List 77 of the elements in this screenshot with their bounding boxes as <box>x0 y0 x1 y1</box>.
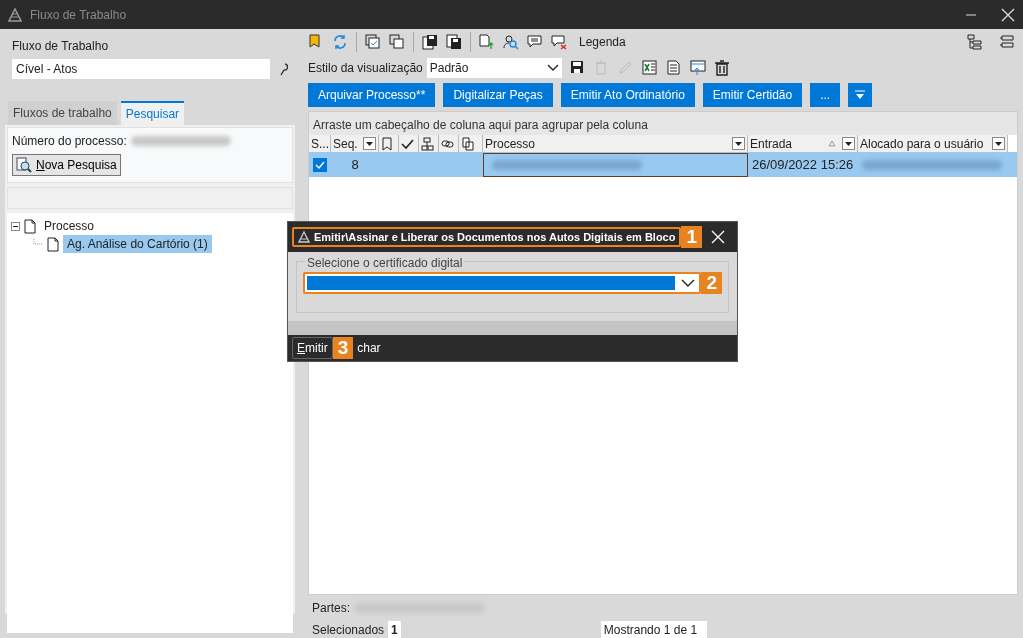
tree-item[interactable]: Ag. Análise do Cartório (1) <box>63 235 212 253</box>
table-cell-text: 26/09/2022 15:26 <box>751 155 855 174</box>
filter-button[interactable] <box>992 137 1005 150</box>
field-label: Selecionados <box>312 622 385 638</box>
document-icon <box>24 218 36 234</box>
dropdown-icon <box>735 141 742 146</box>
tab[interactable]: Fluxos de trabalho <box>8 101 117 125</box>
export-icon[interactable] <box>689 60 706 76</box>
column-header[interactable]: Seq. <box>331 135 379 152</box>
refresh-icon[interactable] <box>332 34 348 50</box>
column-header[interactable]: Alocado para o usuário <box>858 135 1008 152</box>
tree-item[interactable]: Processo <box>40 217 99 235</box>
tab[interactable]: Pesquisar <box>120 101 185 125</box>
hierarchy-icon[interactable] <box>421 136 435 151</box>
document-icon <box>47 236 59 252</box>
chevron-icon <box>546 64 559 72</box>
button-label[interactable]: char <box>357 339 381 357</box>
checklist-icon[interactable] <box>365 34 381 50</box>
dropdown-icon <box>366 141 373 146</box>
comment-icon[interactable] <box>527 34 543 50</box>
checkmark-icon <box>315 160 325 169</box>
action-button[interactable]: Digitalizar Peças <box>443 83 553 107</box>
dropdown-icon <box>995 141 1002 146</box>
checkbox[interactable] <box>313 157 327 172</box>
table-cell-text: 8 <box>350 155 360 174</box>
comment-delete-icon[interactable] <box>551 34 567 50</box>
field-label: Fluxo de Trabalho <box>11 38 110 55</box>
column-header[interactable]: Processo <box>483 135 748 152</box>
magnifier-icon <box>16 157 32 173</box>
user-search-icon[interactable] <box>503 34 519 50</box>
logo-icon <box>8 7 22 22</box>
search-button[interactable]: Nova Pesquisa <box>12 154 121 176</box>
copy-icon[interactable] <box>389 34 405 50</box>
certificate-select[interactable] <box>303 272 702 294</box>
logo-icon <box>298 231 310 243</box>
documents-icon[interactable] <box>461 136 475 151</box>
tree-view-icon[interactable] <box>967 34 983 50</box>
dropdown-icon <box>845 141 852 146</box>
spreadsheet-icon[interactable] <box>641 60 658 76</box>
view-style-select[interactable]: Padrão <box>426 58 562 78</box>
callout-number: 1 <box>681 226 703 248</box>
save-icon[interactable] <box>569 60 586 76</box>
close-icon[interactable] <box>1001 7 1015 22</box>
workflow-field[interactable]: Cível - Atos <box>12 59 270 79</box>
filter-button[interactable] <box>842 137 855 150</box>
dialog-title: Emitir\Assinar e Liberar os Documentos nos Autos Digitais em Bloco <box>314 229 676 245</box>
action-button[interactable]: Emitir Certidão <box>702 83 803 107</box>
emit-button[interactable]: Emitir <box>292 337 333 359</box>
field-label: Número do processo: <box>12 133 127 150</box>
status-text: Mostrando 1 de 1 <box>600 621 708 638</box>
callout-number: 2 <box>701 272 722 294</box>
save-icon[interactable] <box>422 34 438 50</box>
field-label: Partes: <box>312 600 350 617</box>
legend-link[interactable]: Legenda <box>579 33 626 51</box>
filter-button[interactable] <box>363 137 376 150</box>
action-button[interactable]: Emitir Ato Ordinatório <box>560 83 695 107</box>
document-icon[interactable] <box>665 60 682 76</box>
dropdown-icon <box>854 90 867 100</box>
filter-button[interactable] <box>732 137 745 150</box>
bookmark-icon[interactable] <box>381 136 395 151</box>
grid-row[interactable]: 8 26/09/2022 15:26 <box>309 152 1017 177</box>
menu-button[interactable] <box>848 83 873 107</box>
collapse-icon[interactable] <box>11 221 20 231</box>
save-icon[interactable] <box>446 34 462 50</box>
count-value: 1 <box>388 621 401 638</box>
list-view-icon[interactable] <box>999 34 1015 50</box>
trash-icon[interactable] <box>713 60 730 76</box>
window-title: Fluxo de Trabalho <box>30 6 127 24</box>
field-label: Estilo da visualização <box>308 60 423 77</box>
column-header[interactable]: Entrada <box>748 135 858 152</box>
action-button[interactable]: Arquivar Processo** <box>308 83 436 107</box>
chevron-icon <box>681 278 696 288</box>
group-hint: Arraste um cabeçalho de coluna aqui para agrupar pela coluna <box>309 112 1017 135</box>
upload-icon[interactable] <box>479 34 495 50</box>
column-header[interactable]: S... <box>309 135 331 152</box>
callout-number: 3 <box>332 337 354 359</box>
action-button[interactable]: ... <box>810 83 841 107</box>
